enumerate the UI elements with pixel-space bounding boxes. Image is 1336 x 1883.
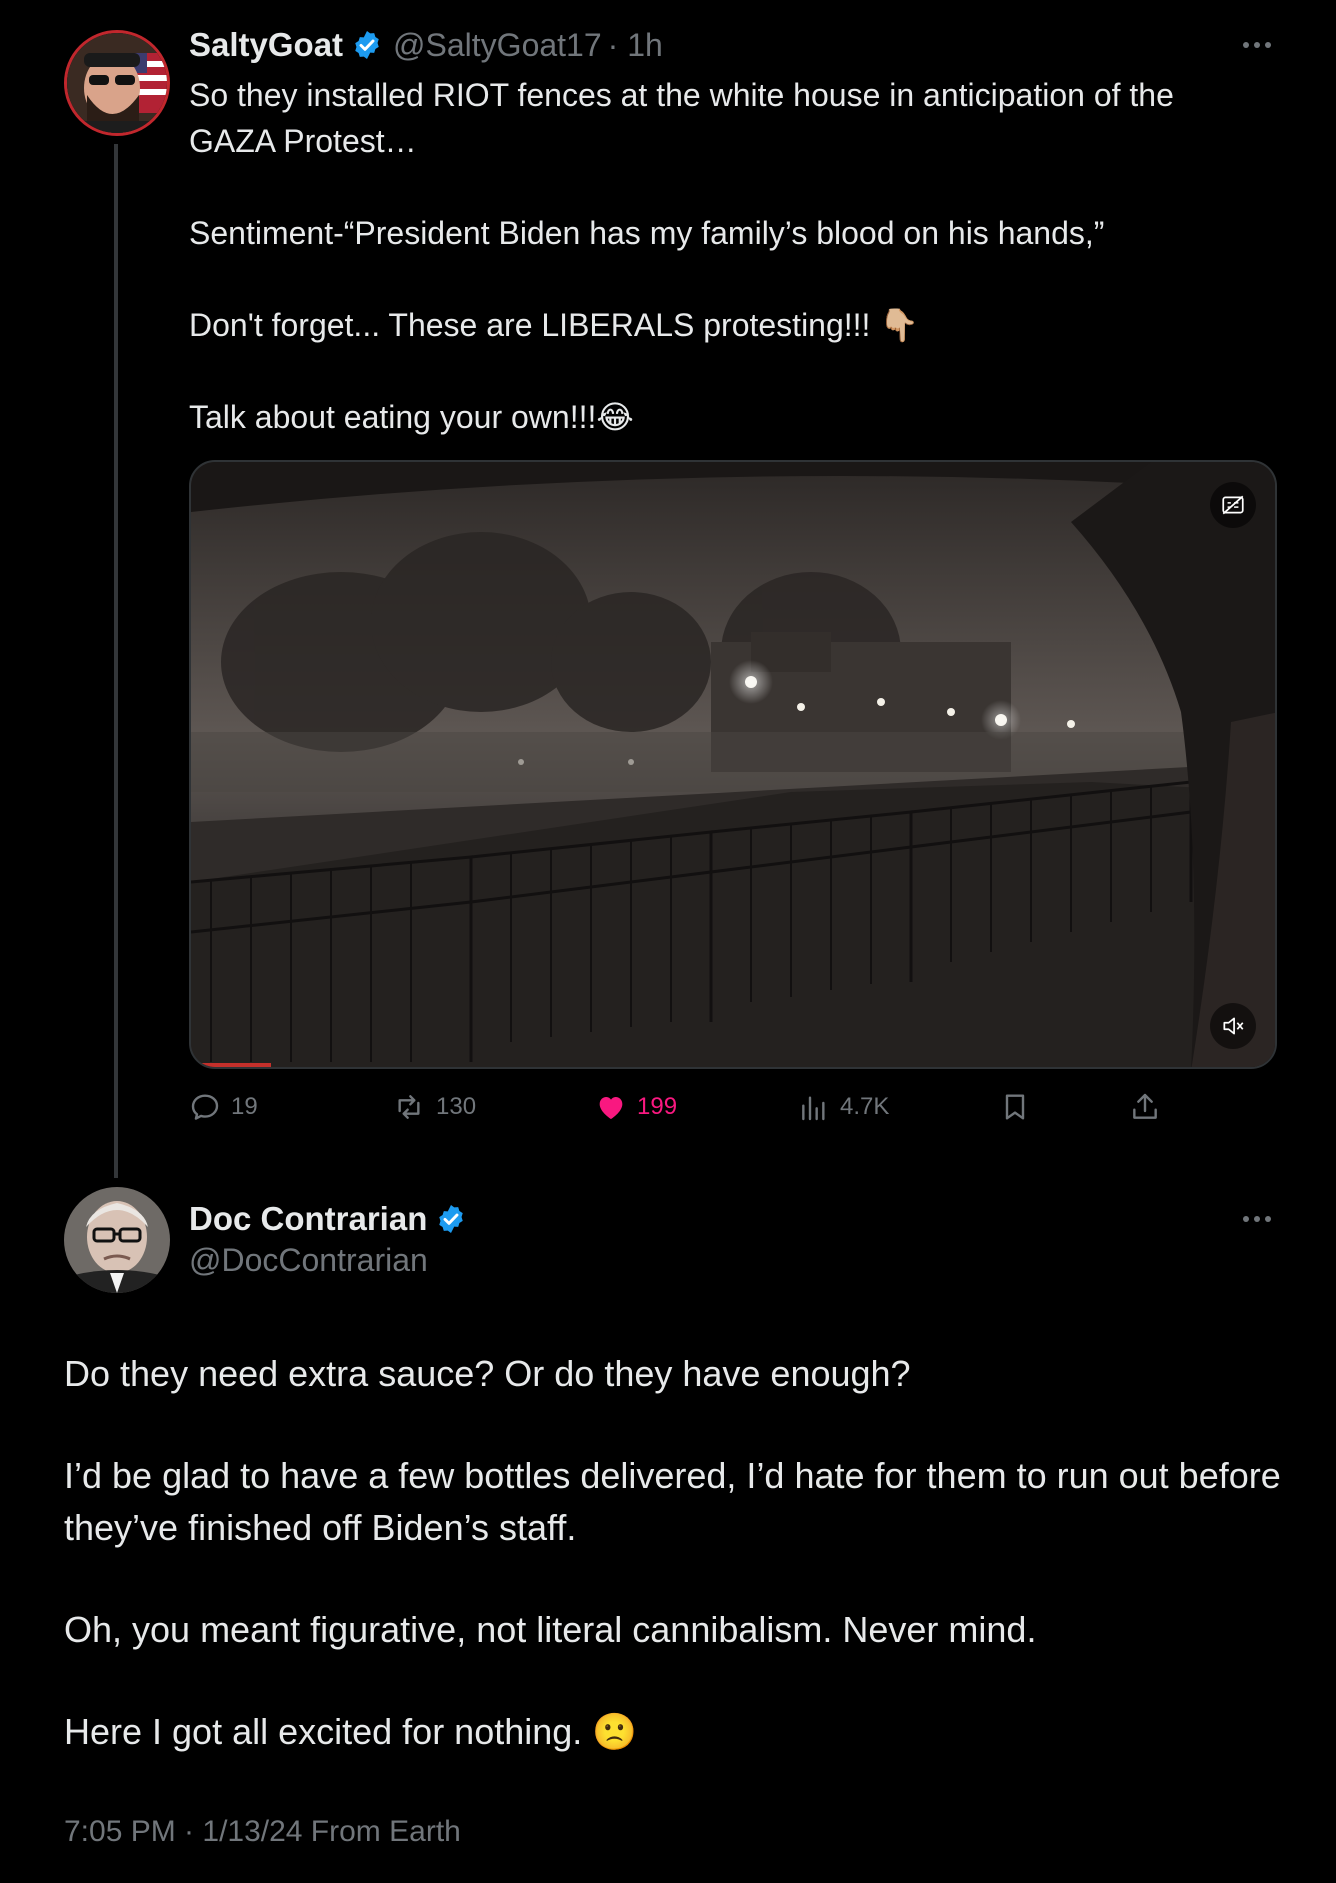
tweet-action-bar: 19 130 199 4.7K (189, 1085, 1189, 1129)
tweet-video[interactable] (189, 460, 1277, 1069)
tweet-text: So they installed RIOT fences at the whi… (189, 72, 1289, 440)
reply-paragraph: I’d be glad to have a few bottles delive… (64, 1455, 1281, 1548)
verified-badge-icon (439, 1205, 464, 1233)
tweet-text-line: Sentiment-“President Biden has my family… (189, 215, 1105, 251)
bookmark-icon (1005, 1094, 1025, 1120)
reply-icon (191, 1094, 219, 1120)
tweet-time[interactable]: · 1h (608, 27, 663, 64)
reply-author-display-name[interactable]: Doc Contrarian (189, 1200, 427, 1238)
avatar-saltygoat[interactable] (64, 30, 170, 136)
reply-paragraph: Do they need extra sauce? Or do they hav… (64, 1353, 911, 1394)
views-count: 4.7K (840, 1093, 890, 1120)
reply-paragraph: Here I got all excited for nothing. 🙁 (64, 1711, 638, 1752)
like-button[interactable]: 199 (595, 1085, 677, 1129)
reply-text: Do they need extra sauce? Or do they hav… (64, 1348, 1284, 1758)
tweet-text-line: Don't forget... These are LIBERALS prote… (189, 307, 920, 343)
video-progress-bar[interactable] (191, 1063, 271, 1067)
bookmark-button[interactable] (999, 1085, 1031, 1129)
verified-badge-icon (355, 31, 379, 59)
like-count: 199 (637, 1093, 678, 1120)
thread-connector-line (114, 144, 118, 1178)
views-icon (802, 1096, 825, 1121)
repost-button[interactable]: 130 (392, 1085, 476, 1129)
reply-author-name-row: Doc Contrarian (189, 1198, 467, 1240)
captions-off-icon[interactable] (1210, 482, 1256, 528)
reply-author-handle[interactable]: @DocContrarian (189, 1242, 428, 1279)
author-display-name[interactable]: SaltyGoat (189, 26, 343, 64)
mute-icon[interactable] (1210, 1003, 1256, 1049)
more-options-icon[interactable] (1243, 1216, 1271, 1222)
reply-paragraph: Oh, you meant figurative, not literal ca… (64, 1609, 1037, 1650)
repost-icon (398, 1095, 420, 1119)
share-button[interactable] (1129, 1085, 1161, 1129)
author-handle[interactable]: @SaltyGoat17 (393, 27, 602, 64)
share-icon (1133, 1093, 1157, 1119)
tweet-text-line: GAZA Protest… (189, 123, 417, 159)
more-options-icon[interactable] (1243, 42, 1271, 48)
views-button[interactable]: 4.7K (798, 1085, 889, 1129)
reply-timestamp[interactable]: 7:05 PM · 1/13/24 From Earth (64, 1815, 461, 1849)
tweet-text-line: So they installed RIOT fences at the whi… (189, 77, 1174, 113)
avatar-doccontrarian[interactable] (64, 1187, 170, 1293)
heart-icon (599, 1097, 623, 1119)
reply-handle-row: @DocContrarian (189, 1240, 428, 1280)
repost-count: 130 (436, 1093, 477, 1120)
video-frame-image (191, 462, 1275, 1067)
reply-button[interactable]: 19 (189, 1085, 258, 1129)
reply-count: 19 (231, 1093, 258, 1120)
tweet-text-line: Talk about eating your own!!!😂 (189, 399, 634, 435)
tweet-author-row: SaltyGoat @SaltyGoat17 · 1h (189, 24, 663, 66)
